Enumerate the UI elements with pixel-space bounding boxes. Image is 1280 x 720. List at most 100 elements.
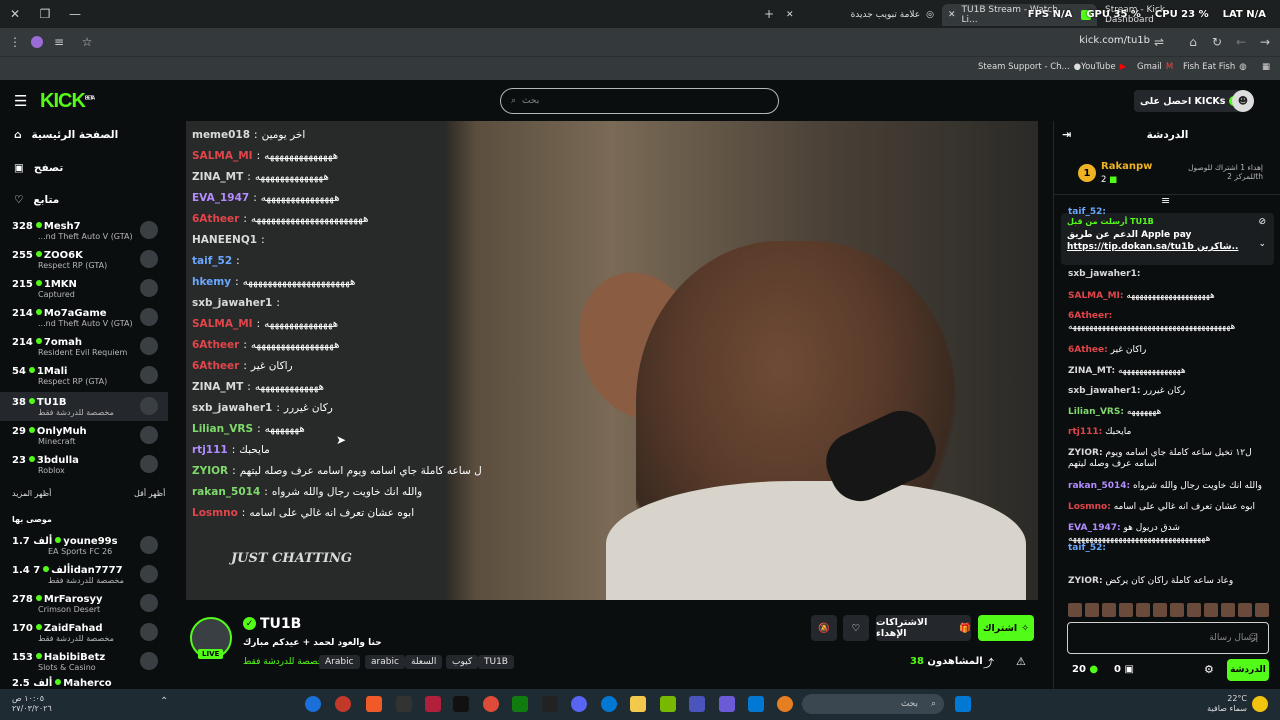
- leader-name[interactable]: Rakanpw: [1101, 161, 1152, 172]
- restore-window-icon[interactable]: ❐: [30, 0, 60, 28]
- reading-list-icon[interactable]: ≡: [48, 31, 70, 53]
- app-icon[interactable]: [542, 696, 558, 712]
- unfollow-heart-button[interactable]: ♡: [843, 615, 869, 641]
- stream-tag[interactable]: Arabic: [319, 655, 360, 669]
- followed-channel[interactable]: 255 ZOO6K Respect RP (GTA): [0, 245, 168, 274]
- taskbar-search-input[interactable]: بحث ⌕: [802, 694, 944, 714]
- collapse-chat-icon[interactable]: ⇥: [1062, 128, 1071, 141]
- channel-name[interactable]: TU1B: [260, 616, 301, 632]
- back-icon[interactable]: →: [1254, 31, 1276, 53]
- chat-username[interactable]: sxb_jawaher1:: [1068, 386, 1140, 396]
- emote[interactable]: [1170, 603, 1184, 617]
- chat-username[interactable]: Losmno:: [1068, 502, 1111, 512]
- followed-channel[interactable]: 328 Mesh7 ...nd Theft Auto V (GTA): [0, 216, 168, 245]
- bookmark-gmail[interactable]: Gmail M: [1137, 62, 1173, 72]
- followed-channel[interactable]: 214 Mo7aGame ...nd Theft Auto V (GTA): [0, 303, 168, 332]
- app-icon[interactable]: [335, 696, 351, 712]
- unpin-icon[interactable]: ⊘: [1258, 217, 1266, 227]
- nvidia-icon[interactable]: [660, 696, 676, 712]
- emote[interactable]: [1238, 603, 1252, 617]
- copilot-icon[interactable]: [777, 696, 793, 712]
- channel-points[interactable]: 20 ●: [1072, 664, 1098, 675]
- close-tab-icon[interactable]: ✕: [948, 10, 956, 20]
- followed-channel[interactable]: 54 1Mali Respect RP (GTA): [0, 361, 168, 390]
- tab-new[interactable]: ✕ علامة تبويب جديدة ◎: [780, 4, 940, 26]
- kick-logo[interactable]: KICKBETA: [40, 90, 95, 113]
- notifications-off-icon[interactable]: 🔕: [811, 615, 837, 641]
- followed-channel[interactable]: 214 7omah Resident Evil Requiem: [0, 332, 168, 361]
- recommended-channel[interactable]: 153 HabibiBetz Slots & Casino: [0, 647, 168, 676]
- chat-username[interactable]: ZYIOR:: [1068, 448, 1103, 458]
- gift-subs-button[interactable]: الاشتراكات الإهداء 🎁: [876, 615, 971, 641]
- followed-channel-selected[interactable]: 38 TU1B مخصصة للدردشة فقط: [0, 392, 168, 421]
- emote[interactable]: [1221, 603, 1235, 617]
- report-icon[interactable]: ⚠: [1016, 655, 1026, 668]
- new-tab-icon[interactable]: +: [758, 3, 780, 25]
- emote[interactable]: [1153, 603, 1167, 617]
- gear-icon[interactable]: ⚙: [1204, 663, 1214, 676]
- emote[interactable]: [1119, 603, 1133, 617]
- bookmark-youtube[interactable]: YouTube ▶: [1081, 62, 1126, 72]
- profile-icon[interactable]: [26, 31, 48, 53]
- chat-username[interactable]: rakan_5014:: [1068, 481, 1130, 491]
- bookmark-fish[interactable]: Fish Eat Fish ◍: [1183, 62, 1247, 72]
- close-window-icon[interactable]: ✕: [0, 0, 30, 28]
- reload-icon[interactable]: ↻: [1206, 31, 1228, 53]
- stream-tag[interactable]: السعلة: [405, 655, 443, 669]
- forward-icon[interactable]: ←: [1230, 31, 1252, 53]
- windows-start-icon[interactable]: [955, 696, 971, 712]
- hamburger-menu-icon[interactable]: ☰: [14, 92, 27, 110]
- chat-username[interactable]: Lilian_VRS:: [1068, 407, 1124, 417]
- emote[interactable]: [1204, 603, 1218, 617]
- chat-username[interactable]: taif_52:: [1068, 543, 1106, 553]
- chat-username[interactable]: SALMA_MI:: [1068, 291, 1124, 301]
- recommended-channel[interactable]: 1.7 ألف youne99s EA Sports FC 26: [0, 531, 168, 560]
- chat-username[interactable]: 6Atheer:: [1068, 311, 1112, 321]
- url-field[interactable]: kick.com/tu1b: [1079, 35, 1150, 46]
- chat-username[interactable]: EVA_1947:: [1068, 523, 1121, 533]
- edge-icon[interactable]: [601, 696, 617, 712]
- chat-username[interactable]: ZINA_MT:: [1068, 366, 1115, 376]
- sidebar-item-home[interactable]: ⌂ الصفحة الرئيسية: [14, 129, 118, 141]
- system-clock[interactable]: ١٠:٠٥ ص ٢٧/٠٣/٢٠٢٦: [12, 694, 52, 714]
- video-player[interactable]: meme018: اخر يومين SALMA_MI: هههههههههههههه…: [186, 121, 1038, 600]
- emote[interactable]: [1102, 603, 1116, 617]
- followed-channel[interactable]: 23 3bdulla Roblox: [0, 450, 168, 479]
- xbox-icon[interactable]: [512, 696, 528, 712]
- chat-username[interactable]: ZYIOR:: [1068, 576, 1103, 586]
- emote[interactable]: [1187, 603, 1201, 617]
- stream-tag[interactable]: كيوب: [446, 655, 479, 669]
- emote[interactable]: [1136, 603, 1150, 617]
- sidebar-item-browse[interactable]: ▣ تصفح: [14, 162, 63, 174]
- send-chat-button[interactable]: الدردشة: [1227, 659, 1269, 681]
- discord-icon[interactable]: [571, 696, 587, 712]
- home-icon[interactable]: ⌂: [1182, 31, 1204, 53]
- get-kicks-button[interactable]: احصل على KICKs: [1134, 90, 1246, 112]
- recommended-channel[interactable]: 2.5 ألف Maherco: [0, 676, 168, 689]
- emote[interactable]: [1068, 603, 1082, 617]
- recommended-channel[interactable]: 1.4 ألف7idan7777 مخصصة للدردشة فقط: [0, 560, 168, 589]
- sidebar-item-following[interactable]: ♡ متابع: [14, 194, 59, 206]
- followed-channel[interactable]: 29 OnlyMuh Minecraft: [0, 421, 168, 450]
- tray-chevron-icon[interactable]: ⌃: [160, 696, 176, 712]
- emote[interactable]: [1085, 603, 1099, 617]
- kicks-balance[interactable]: 0 ▣: [1114, 664, 1134, 675]
- minimize-window-icon[interactable]: —: [60, 0, 90, 28]
- close-tab-icon[interactable]: ✕: [786, 10, 794, 20]
- teams-icon[interactable]: [689, 696, 705, 712]
- file-explorer-icon[interactable]: [630, 696, 646, 712]
- recommended-channel[interactable]: 170 ZaidFahad مخصصة للدردشة فقط: [0, 618, 168, 647]
- recommended-channel[interactable]: 278 MrFarosyy Crimson Desert: [0, 589, 168, 618]
- chat-username[interactable]: sxb_jawaher1:: [1068, 269, 1140, 279]
- emote[interactable]: [1255, 603, 1269, 617]
- emoji-icon[interactable]: ☺: [1249, 633, 1258, 643]
- chat-message-input[interactable]: إرسال رسالة ☺: [1067, 622, 1269, 654]
- chrome-icon[interactable]: [483, 696, 499, 712]
- weather-widget[interactable]: 22°C سماء صافية: [1205, 694, 1247, 714]
- pinned-link-url[interactable]: https://tip.dokan.sa/tu1b: [1067, 242, 1194, 252]
- bookmark-steam[interactable]: Steam Support - Ch... ●: [978, 62, 1081, 72]
- edge-icon[interactable]: [305, 696, 321, 712]
- followed-channel[interactable]: 215 1MKN Captured: [0, 274, 168, 303]
- chat-username[interactable]: rtj111:: [1068, 427, 1102, 437]
- all-bookmarks-icon[interactable]: ▦: [1262, 62, 1270, 72]
